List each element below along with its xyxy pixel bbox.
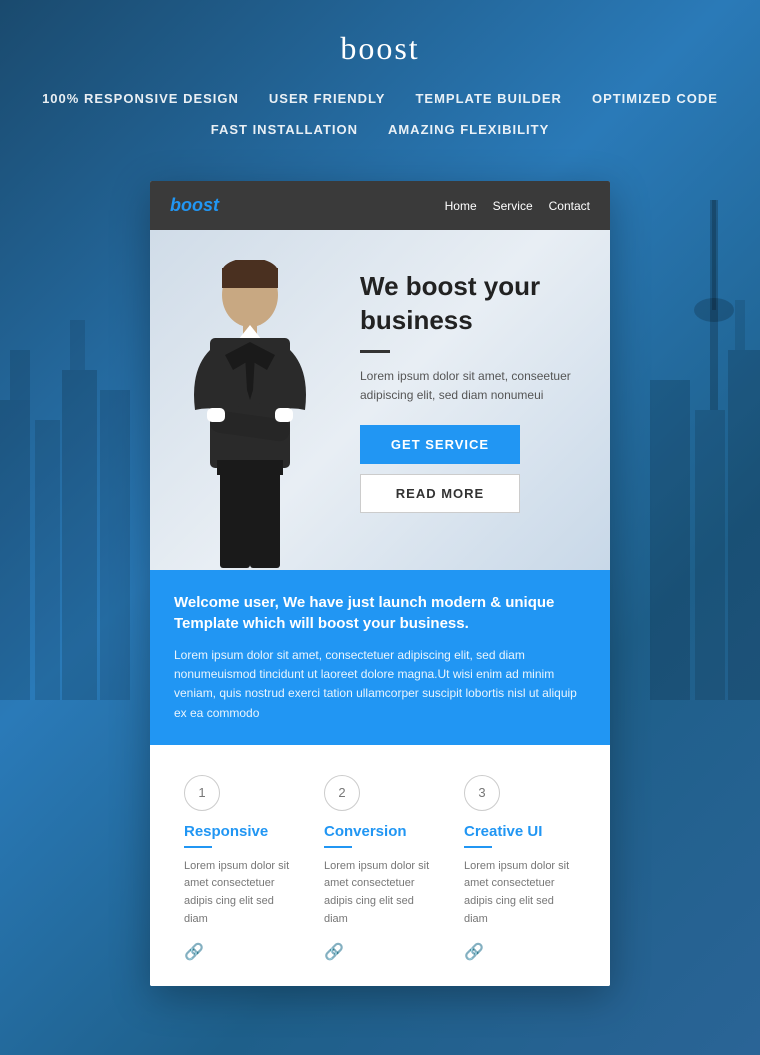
welcome-title: Welcome user, We have just launch modern… [174,592,586,634]
brand-title: boost [20,30,740,67]
hero-body-text: Lorem ipsum dolor sit amet, conseetuer a… [360,367,590,405]
hero-title: We boost your business [360,270,590,338]
feature-title-1[interactable]: Conversion [324,823,436,840]
feature-number-2: 3 [464,775,500,811]
preview-nav: boost Home Service Contact [150,181,610,230]
feature-tags: 100% RESPONSIVE DESIGN USER FRIENDLY TEM… [20,87,740,141]
feature-title-2[interactable]: Creative UI [464,823,576,840]
features-section: 1 Responsive Lorem ipsum dolor sit amet … [150,745,610,986]
feature-link-icon-0[interactable]: 🔗 [184,944,204,961]
feature-tag-3: OPTIMIZED CODE [592,87,718,110]
feature-desc-0: Lorem ipsum dolor sit amet consectetuer … [184,858,296,928]
nav-links: Home Service Contact [445,199,590,213]
hero-image-area [150,230,350,570]
hero-content: We boost your business Lorem ipsum dolor… [350,230,610,570]
feature-item-1: 2 Conversion Lorem ipsum dolor sit amet … [310,775,450,962]
feature-tag-4: FAST INSTALLATION [211,118,358,141]
read-more-button[interactable]: READ MORE [360,474,520,513]
nav-brand: boost [170,195,219,216]
feature-underline-2 [464,846,492,848]
nav-link-contact[interactable]: Contact [549,199,590,213]
nav-link-home[interactable]: Home [445,199,477,213]
get-service-button[interactable]: GET SERVICE [360,425,520,464]
feature-desc-1: Lorem ipsum dolor sit amet consectetuer … [324,858,436,928]
nav-link-service[interactable]: Service [493,199,533,213]
feature-tag-1: USER FRIENDLY [269,87,386,110]
feature-tag-2: TEMPLATE BUILDER [415,87,561,110]
preview-card: boost Home Service Contact [150,181,610,986]
welcome-body: Lorem ipsum dolor sit amet, consectetuer… [174,646,586,723]
feature-number-1: 2 [324,775,360,811]
feature-desc-2: Lorem ipsum dolor sit amet consectetuer … [464,858,576,928]
feature-item-0: 1 Responsive Lorem ipsum dolor sit amet … [170,775,310,962]
feature-tag-0: 100% RESPONSIVE DESIGN [42,87,239,110]
top-header: boost 100% RESPONSIVE DESIGN USER FRIEND… [0,0,760,161]
hero-section: We boost your business Lorem ipsum dolor… [150,230,610,570]
feature-link-icon-2[interactable]: 🔗 [464,944,484,961]
feature-underline-0 [184,846,212,848]
businessman-figure [165,260,335,570]
feature-tag-5: AMAZING FLEXIBILITY [388,118,549,141]
hero-divider [360,350,390,353]
feature-item-2: 3 Creative UI Lorem ipsum dolor sit amet… [450,775,590,962]
welcome-section: Welcome user, We have just launch modern… [150,570,610,745]
feature-underline-1 [324,846,352,848]
feature-number-0: 1 [184,775,220,811]
feature-title-0[interactable]: Responsive [184,823,296,840]
feature-link-icon-1[interactable]: 🔗 [324,944,344,961]
